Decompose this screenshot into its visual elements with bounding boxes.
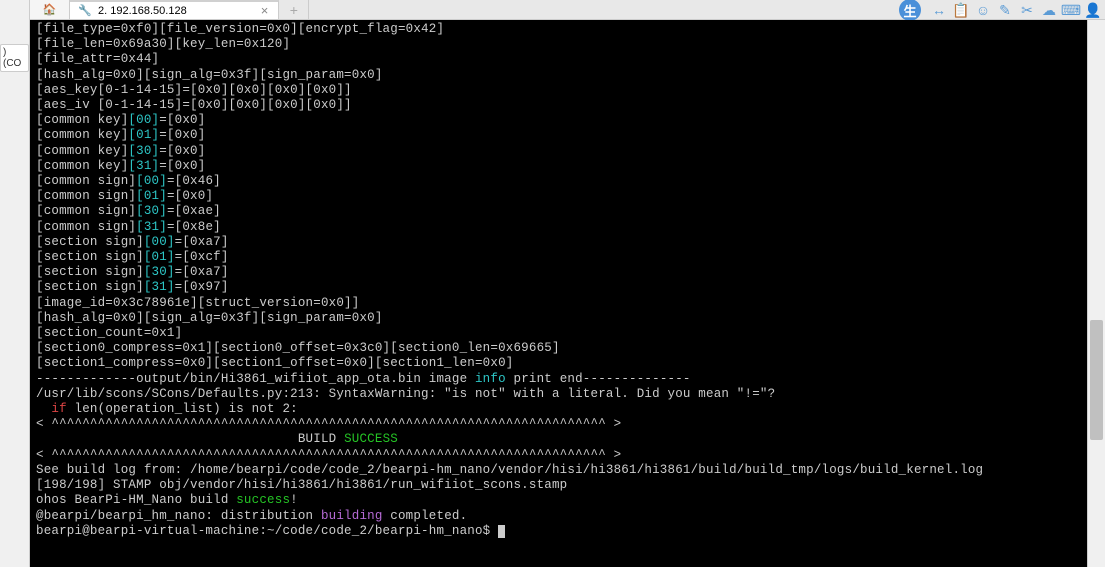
user-icon[interactable]: 👤 [1085, 2, 1101, 18]
terminal-line: [common sign][01]=[0x0] [36, 189, 1081, 204]
tab-label: 2. 192.168.50.128 [98, 5, 187, 17]
left-sidebar: ) (CO [0, 0, 30, 567]
scrollbar[interactable] [1087, 20, 1105, 567]
close-icon[interactable]: × [259, 3, 271, 18]
terminal-line: [hash_alg=0x0][sign_alg=0x3f][sign_param… [36, 68, 1081, 83]
terminal-line: [aes_key[0-1-14-15]=[0x0][0x0][0x0][0x0]… [36, 83, 1081, 98]
edit-icon[interactable]: ✎ [997, 2, 1013, 18]
tab-session-active[interactable]: 🔧 2. 192.168.50.128 × [70, 0, 279, 19]
terminal-icon: 🔧 [78, 4, 92, 18]
round-badge-icon[interactable]: 生 [899, 0, 921, 21]
terminal-line: ohos BearPi-HM_Nano build success! [36, 493, 1081, 508]
terminal-line: < ^^^^^^^^^^^^^^^^^^^^^^^^^^^^^^^^^^^^^^… [36, 448, 1081, 463]
terminal-line: [section_count=0x1] [36, 326, 1081, 341]
terminal-line: [section0_compress=0x1][section0_offset=… [36, 341, 1081, 356]
terminal-line: [section sign][00]=[0xa7] [36, 235, 1081, 250]
tab-new[interactable]: + [279, 0, 309, 19]
terminal-line: [common sign][31]=[0x8e] [36, 220, 1081, 235]
terminal-line: [hash_alg=0x0][sign_alg=0x3f][sign_param… [36, 311, 1081, 326]
terminal-line: [common key][01]=[0x0] [36, 128, 1081, 143]
face-icon[interactable]: ☺ [975, 2, 991, 18]
terminal-line: [file_len=0x69a30][key_len=0x120] [36, 37, 1081, 52]
terminal-line: [common key][30]=[0x0] [36, 144, 1081, 159]
resize-icon[interactable]: ↔ [931, 2, 947, 18]
terminal-cursor [498, 525, 505, 538]
terminal-line: [file_attr=0x44] [36, 52, 1081, 67]
tab-home[interactable]: 🏠 [30, 0, 70, 19]
terminal-line: bearpi@bearpi-virtual-machine:~/code/cod… [36, 524, 1081, 539]
terminal-line: [common key][31]=[0x0] [36, 159, 1081, 174]
terminal-line: [aes_iv [0-1-14-15]=[0x0][0x0][0x0][0x0]… [36, 98, 1081, 113]
terminal-line: if len(operation_list) is not 2: [36, 402, 1081, 417]
terminal-line: [section sign][01]=[0xcf] [36, 250, 1081, 265]
terminal-line: [section1_compress=0x0][section1_offset=… [36, 356, 1081, 371]
scrollbar-thumb[interactable] [1090, 320, 1103, 440]
terminal-line: /usr/lib/scons/SCons/Defaults.py:213: Sy… [36, 387, 1081, 402]
terminal-line: @bearpi/bearpi_hm_nano: distribution bui… [36, 509, 1081, 524]
terminal-line: [common sign][00]=[0x46] [36, 174, 1081, 189]
terminal-line: See build log from: /home/bearpi/code/co… [36, 463, 1081, 478]
terminal-line: [image_id=0x3c78961e][struct_version=0x0… [36, 296, 1081, 311]
terminal-line: [198/198] STAMP obj/vendor/hisi/hi3861/h… [36, 478, 1081, 493]
top-right-toolbar: 生 ↔ 📋 ☺ ✎ ✂ ☁ ⌨ 👤 [899, 0, 1101, 20]
terminal-line: [section sign][30]=[0xa7] [36, 265, 1081, 280]
terminal-line: [common key][00]=[0x0] [36, 113, 1081, 128]
clipboard-icon[interactable]: 📋 [953, 2, 969, 18]
cloud-icon[interactable]: ☁ [1041, 2, 1057, 18]
terminal-line: [section sign][31]=[0x97] [36, 280, 1081, 295]
terminal-line: -------------output/bin/Hi3861_wifiiot_a… [36, 372, 1081, 387]
terminal-line: [common sign][30]=[0xae] [36, 204, 1081, 219]
terminal-output[interactable]: [file_type=0xf0][file_version=0x0][encry… [30, 20, 1087, 567]
keyboard-icon[interactable]: ⌨ [1063, 2, 1079, 18]
home-icon: 🏠 [43, 3, 57, 17]
scissors-icon[interactable]: ✂ [1019, 2, 1035, 18]
terminal-line: < ^^^^^^^^^^^^^^^^^^^^^^^^^^^^^^^^^^^^^^… [36, 417, 1081, 432]
plus-icon: + [290, 2, 298, 18]
left-badge: ) (CO [0, 44, 29, 72]
terminal-line: [file_type=0xf0][file_version=0x0][encry… [36, 22, 1081, 37]
terminal-line: BUILD SUCCESS [36, 432, 1081, 447]
